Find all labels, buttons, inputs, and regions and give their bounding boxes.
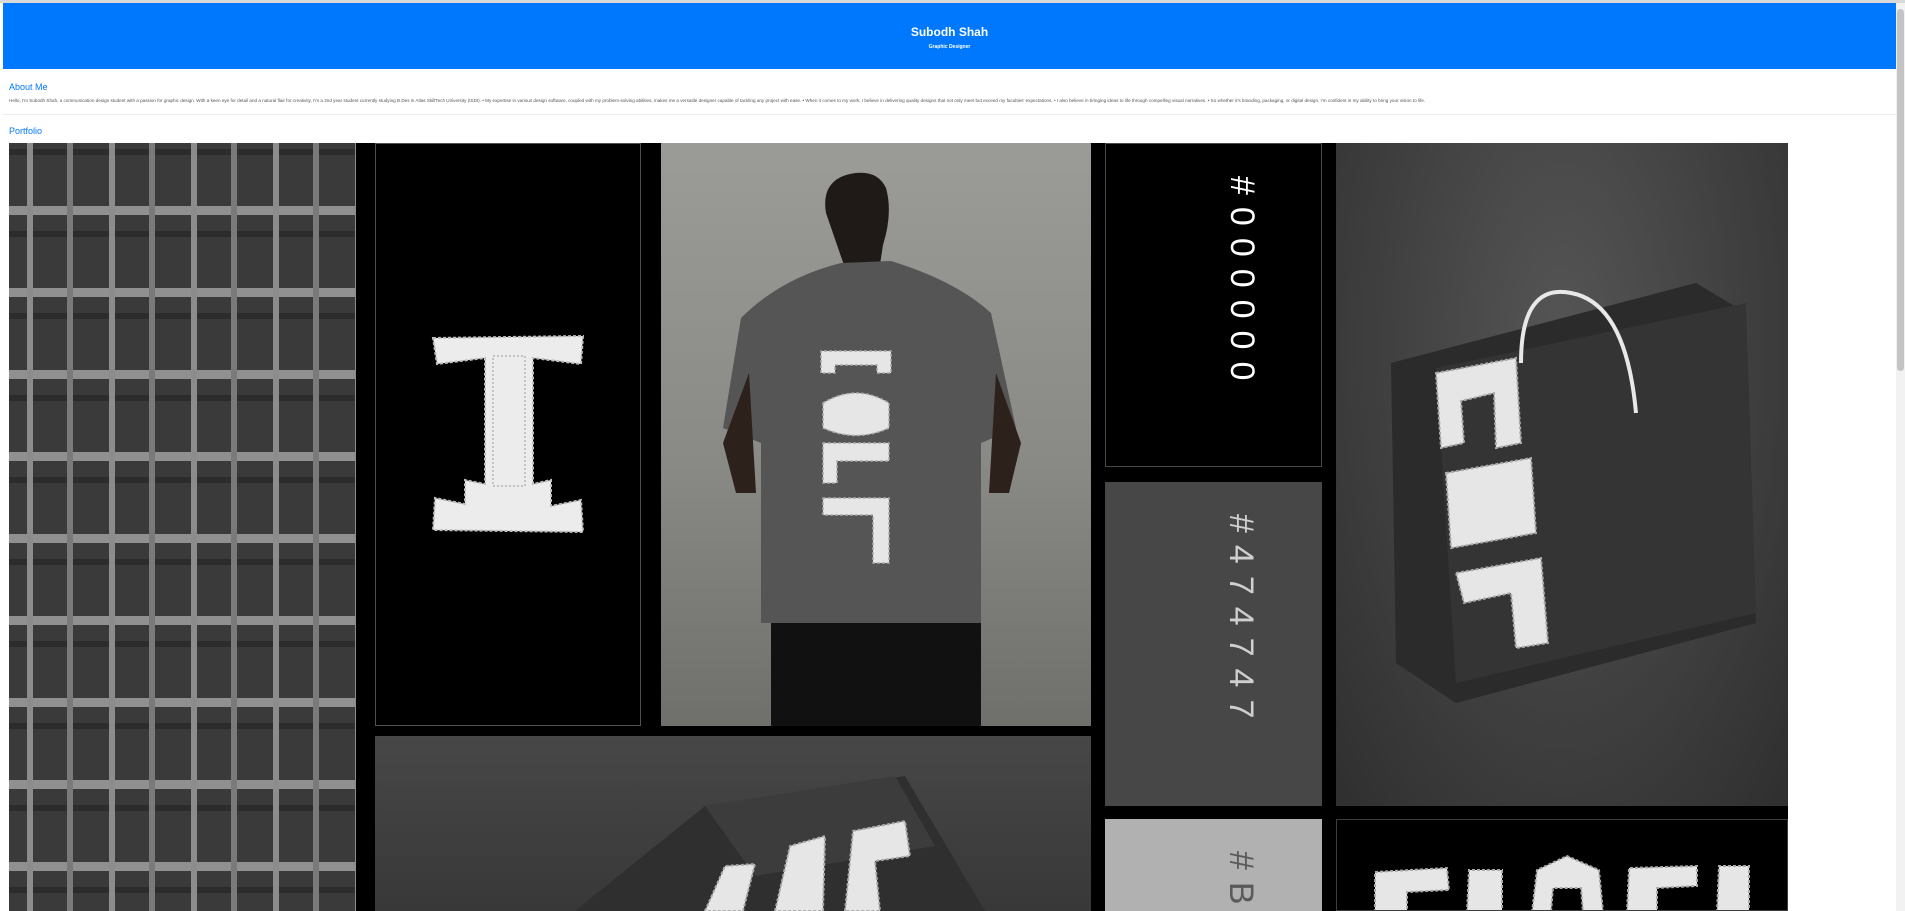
swatch-light-gray: #B bbox=[1105, 819, 1322, 911]
about-paragraph: Hello, I'm Subodh Shah, a communication … bbox=[9, 98, 1426, 103]
about-heading: About Me bbox=[9, 82, 48, 92]
packaging-box-icon bbox=[575, 776, 985, 911]
swatch-gray-label: #474747 bbox=[1222, 514, 1260, 731]
box-packaging-mockup bbox=[375, 736, 1091, 911]
portfolio-board: #000000 #474747 #B bbox=[9, 143, 1788, 911]
monogram-pattern-image bbox=[9, 143, 356, 911]
wordmark-icon bbox=[1374, 854, 1750, 910]
wordmark-banner-image bbox=[1336, 819, 1788, 911]
swatch-black-label: #000000 bbox=[1223, 176, 1261, 393]
monogram-logo-icon bbox=[431, 334, 585, 534]
portfolio-heading: Portfolio bbox=[9, 126, 43, 136]
page-scrollbar[interactable] bbox=[1896, 3, 1905, 911]
section-divider bbox=[3, 114, 1896, 115]
site-header: Subodh Shah Graphic Designer bbox=[3, 3, 1896, 69]
designer-name: Subodh Shah bbox=[910, 25, 989, 39]
model-silhouette-icon bbox=[723, 172, 1021, 726]
swatch-black: #000000 bbox=[1105, 143, 1322, 467]
designer-role: Graphic Designer bbox=[928, 44, 971, 50]
swatch-light-label: #B bbox=[1222, 851, 1260, 911]
monogram-logo-image bbox=[375, 143, 641, 726]
shopping-bag-mockup bbox=[1336, 143, 1788, 806]
tshirt-back-photo bbox=[661, 143, 1091, 726]
shopping-bag-icon bbox=[1391, 283, 1756, 703]
scrollbar-thumb[interactable] bbox=[1897, 9, 1904, 371]
swatch-gray: #474747 bbox=[1105, 482, 1322, 806]
